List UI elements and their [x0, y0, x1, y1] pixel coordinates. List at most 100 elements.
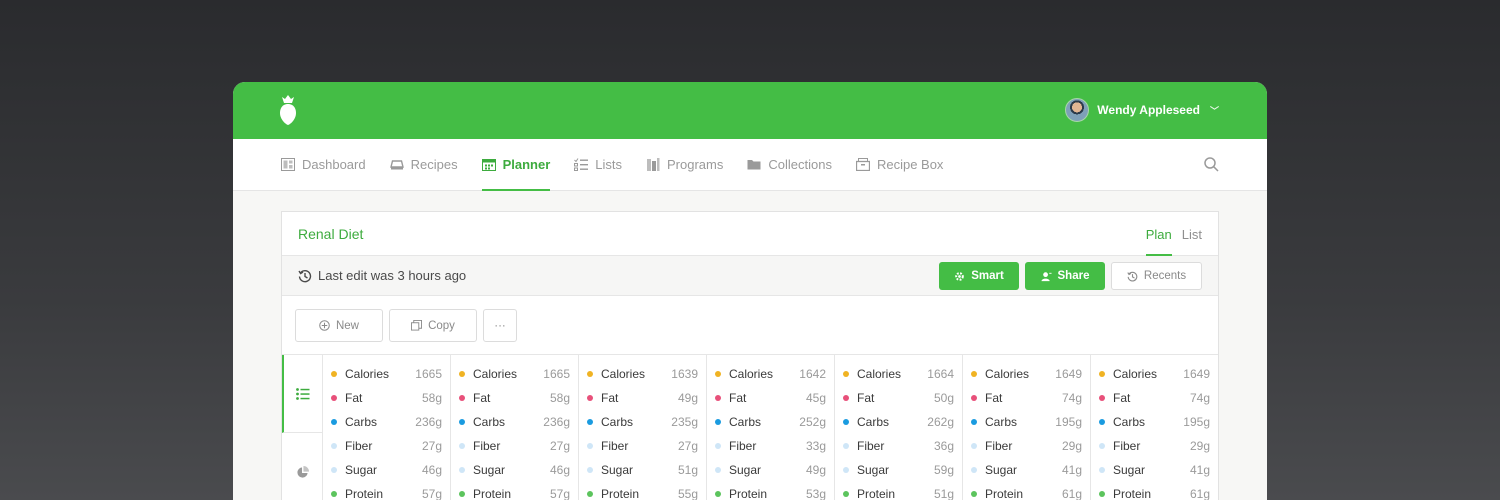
day-column[interactable]: Calories 1649 Fat 74g Carbs 195g Fiber 29g Sugar… [963, 355, 1091, 500]
more-options-button[interactable]: ··· [483, 309, 517, 342]
nav-item-planner[interactable]: Planner [481, 139, 550, 191]
nutrient-label: Sugar [345, 463, 378, 477]
fat-dot-icon [587, 395, 593, 401]
fiber-dot-icon [331, 443, 337, 449]
nutrient-value: 57g [421, 487, 442, 500]
day-column[interactable]: Calories 1649 Fat 74g Carbs 195g Fiber 29g Sugar… [1091, 355, 1218, 500]
nutrient-value: 41g [1189, 463, 1210, 477]
nutrient-label: Calories [857, 367, 902, 381]
nutrient-label: Calories [345, 367, 390, 381]
new-button[interactable]: New [295, 309, 383, 342]
fiber-dot-icon [715, 443, 721, 449]
tab-list[interactable]: List [1182, 212, 1202, 256]
nutrient-value: 46g [549, 463, 570, 477]
folder-icon [747, 160, 761, 170]
nutrient-label: Fiber [857, 439, 885, 453]
nutrient-label: Fat [857, 391, 875, 405]
nutrient-value: 29g [1189, 439, 1210, 453]
nutrient-row-carbs: Carbs 252g [715, 410, 826, 434]
main-nav: Dashboard Recipes Planner Lists Programs… [233, 139, 1267, 191]
nutrient-label: Carbs [473, 415, 506, 429]
calories-dot-icon [1099, 371, 1105, 377]
nutrient-value: 1665 [415, 367, 442, 381]
day-column[interactable]: Calories 1639 Fat 49g Carbs 235g Fiber 27g Sugar… [579, 355, 707, 500]
fiber-dot-icon [843, 443, 849, 449]
nutrient-row-carbs: Carbs 195g [971, 410, 1082, 434]
nutrient-row-calories: Calories 1639 [587, 362, 698, 386]
nutrient-label: Calories [729, 367, 774, 381]
day-column[interactable]: Calories 1665 Fat 58g Carbs 236g Fiber 27g Sugar… [323, 355, 451, 500]
nav-item-programs[interactable]: Programs [646, 139, 723, 190]
view-tabs: Plan List [1145, 212, 1202, 256]
calories-dot-icon [587, 371, 593, 377]
nutrient-row-protein: Protein 57g [331, 482, 442, 500]
chart-view-toggle[interactable] [282, 433, 322, 500]
nutrient-label: Carbs [857, 415, 890, 429]
recents-label: Recents [1143, 270, 1187, 282]
nutrient-value: 36g [933, 439, 954, 453]
fiber-dot-icon [459, 443, 465, 449]
app-logo-icon[interactable] [279, 95, 297, 125]
nutrient-row-sugar: Sugar 51g [587, 458, 698, 482]
user-menu[interactable]: Wendy Appleseed ﹀ [1065, 98, 1219, 122]
nutrient-row-sugar: Sugar 46g [459, 458, 570, 482]
recents-button[interactable]: Recents [1111, 262, 1202, 290]
nutrient-value: 51g [933, 487, 954, 500]
day-column[interactable]: Calories 1642 Fat 45g Carbs 252g Fiber 33g Sugar… [707, 355, 835, 500]
nutrient-value: 262g [927, 415, 954, 429]
nutrient-row-calories: Calories 1665 [459, 362, 570, 386]
nutrient-value: 61g [1061, 487, 1082, 500]
nav-label: Dashboard [302, 157, 366, 172]
nutrient-label: Sugar [473, 463, 506, 477]
nutrient-label: Carbs [729, 415, 762, 429]
nutrient-value: 29g [1061, 439, 1082, 453]
search-icon[interactable] [1204, 157, 1219, 172]
nav-item-collections[interactable]: Collections [747, 139, 832, 190]
user-share-icon [1040, 271, 1052, 281]
day-column[interactable]: Calories 1664 Fat 50g Carbs 262g Fiber 36g Sugar… [835, 355, 963, 500]
last-edit-status: Last edit was 3 hours ago [298, 268, 466, 283]
nutrient-value: 33g [805, 439, 826, 453]
plan-actions: New Copy ··· [282, 296, 1218, 355]
nutrient-row-carbs: Carbs 262g [843, 410, 954, 434]
nav-item-dashboard[interactable]: Dashboard [281, 139, 366, 190]
protein-dot-icon [331, 491, 337, 497]
fiber-dot-icon [1099, 443, 1105, 449]
copy-button[interactable]: Copy [389, 309, 477, 342]
day-column[interactable]: Calories 1665 Fat 58g Carbs 236g Fiber 27g Sugar… [451, 355, 579, 500]
nutrient-label: Fiber [601, 439, 629, 453]
nutrient-row-carbs: Carbs 235g [587, 410, 698, 434]
share-button[interactable]: Share [1025, 262, 1105, 290]
nutrient-row-protein: Protein 55g [587, 482, 698, 500]
nav-item-lists[interactable]: Lists [574, 139, 622, 190]
nutrient-value: 57g [549, 487, 570, 500]
list-view-toggle[interactable] [282, 355, 322, 433]
nutrient-value: 27g [549, 439, 570, 453]
nutrient-label: Fat [1113, 391, 1131, 405]
top-bar: Wendy Appleseed ﹀ [233, 82, 1267, 139]
tab-plan[interactable]: Plan [1145, 212, 1172, 256]
nutrient-value: 252g [799, 415, 826, 429]
protein-dot-icon [715, 491, 721, 497]
nav-item-recipe-box[interactable]: Recipe Box [855, 139, 943, 190]
nutrient-value: 1649 [1183, 367, 1210, 381]
smart-button[interactable]: Smart [939, 262, 1019, 290]
sugar-dot-icon [971, 467, 977, 473]
nutrient-row-sugar: Sugar 59g [843, 458, 954, 482]
nutrient-value: 235g [671, 415, 698, 429]
carbs-dot-icon [971, 419, 977, 425]
nav-label: Lists [595, 157, 622, 172]
nutrient-label: Fat [985, 391, 1003, 405]
nav-label: Programs [667, 157, 724, 172]
protein-dot-icon [587, 491, 593, 497]
nutrient-value: 1639 [671, 367, 698, 381]
fat-dot-icon [331, 395, 337, 401]
sugar-dot-icon [1099, 467, 1105, 473]
nutrient-value: 195g [1183, 415, 1210, 429]
nutrient-row-fat: Fat 49g [587, 386, 698, 410]
day-columns: Calories 1665 Fat 58g Carbs 236g Fiber 27g Sugar… [323, 355, 1218, 500]
nav-label: Collections [768, 157, 832, 172]
new-label: New [335, 319, 359, 332]
nav-item-recipes[interactable]: Recipes [389, 139, 458, 190]
sugar-dot-icon [715, 467, 721, 473]
